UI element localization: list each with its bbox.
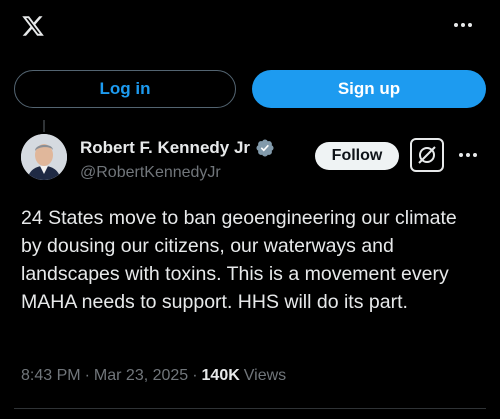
- divider: [14, 408, 486, 409]
- meta-separator: ·: [84, 367, 90, 384]
- avatar-image: [21, 134, 67, 180]
- thread-connector-line: [43, 120, 45, 132]
- tweet-meta: 8:43 PM · Mar 23, 2025 · 140K Views: [21, 367, 286, 385]
- meta-separator: ·: [192, 367, 198, 384]
- x-logo-icon[interactable]: [20, 14, 46, 38]
- follow-button[interactable]: Follow: [315, 142, 399, 170]
- verified-badge-icon: [256, 139, 274, 157]
- avatar[interactable]: [21, 134, 67, 180]
- signup-button[interactable]: Sign up: [252, 70, 486, 108]
- tweet-date[interactable]: Mar 23, 2025: [94, 367, 188, 385]
- tweet-more-button[interactable]: [455, 144, 481, 166]
- more-horizontal-icon: [454, 23, 472, 27]
- grok-icon: [418, 146, 436, 164]
- views-label: Views: [243, 367, 287, 384]
- author-handle[interactable]: @RobertKennedyJr: [80, 164, 221, 182]
- grok-button[interactable]: [410, 138, 444, 172]
- top-bar: [0, 0, 500, 56]
- login-button[interactable]: Log in: [14, 70, 236, 108]
- tweet-time[interactable]: 8:43 PM: [21, 367, 81, 385]
- more-horizontal-icon: [459, 153, 477, 157]
- auth-buttons: Log in Sign up: [14, 70, 486, 108]
- author-name-row: Robert F. Kennedy Jr: [80, 138, 275, 158]
- author-name[interactable]: Robert F. Kennedy Jr: [80, 138, 250, 158]
- tweet-text: 24 States move to ban geoengineering our…: [21, 207, 457, 313]
- views-count: 140K: [201, 367, 240, 384]
- more-options-button[interactable]: [448, 10, 478, 40]
